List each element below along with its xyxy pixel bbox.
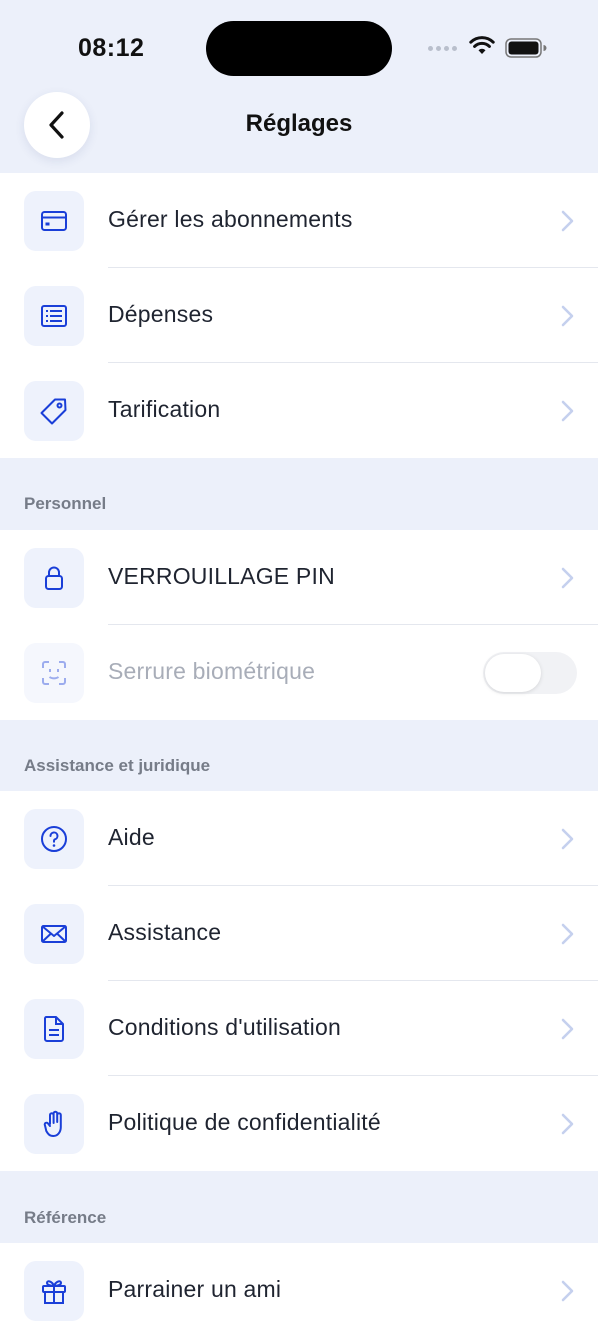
settings-row-manage-subscriptions[interactable]: Gérer les abonnements	[0, 173, 598, 268]
lock-icon	[24, 548, 84, 608]
chevron-right-icon	[561, 305, 574, 327]
nav-header: Réglages	[0, 92, 598, 162]
credit-card-icon	[24, 191, 84, 251]
status-bar: 08:12	[0, 0, 598, 96]
receipt-list-icon	[24, 286, 84, 346]
settings-row-label: Conditions d'utilisation	[108, 1014, 341, 1040]
chevron-right-icon	[561, 400, 574, 422]
chevron-right-icon	[561, 828, 574, 850]
page-title: Réglages	[245, 110, 353, 137]
signal-icon	[428, 46, 457, 51]
settings-row-label: Dépenses	[108, 301, 214, 327]
document-icon	[24, 999, 84, 1059]
biometric-toggle[interactable]	[483, 652, 577, 694]
chevron-right-icon	[561, 567, 574, 589]
settings-group-referral: Parrainer un ami	[0, 1243, 598, 1338]
settings-group-support-legal: Aide Assistance Conditions d'utilisation…	[0, 791, 598, 1171]
settings-row-label: Politique de confidentialité	[108, 1109, 381, 1135]
settings-row-label: Tarification	[108, 396, 221, 422]
settings-row-support[interactable]: Assistance	[0, 886, 598, 981]
dynamic-island	[206, 21, 392, 76]
settings-group-personal: VERROUILLAGE PIN Serrure biométrique	[0, 530, 598, 720]
settings-row-pricing[interactable]: Tarification	[0, 363, 598, 458]
chevron-right-icon	[561, 923, 574, 945]
gift-icon	[24, 1261, 84, 1321]
settings-row-label: Serrure biométrique	[108, 658, 316, 684]
settings-row-label: Parrainer un ami	[108, 1276, 282, 1302]
settings-row-biometric-lock: Serrure biométrique	[0, 625, 598, 720]
hand-icon	[24, 1094, 84, 1154]
price-tag-icon	[24, 381, 84, 441]
section-header-support-legal: Assistance et juridique	[24, 756, 211, 775]
settings-row-terms-of-use[interactable]: Conditions d'utilisation	[0, 981, 598, 1076]
help-circle-icon	[24, 809, 84, 869]
settings-row-label: Gérer les abonnements	[108, 206, 353, 232]
settings-row-privacy-policy[interactable]: Politique de confidentialité	[0, 1076, 598, 1171]
chevron-right-icon	[561, 1280, 574, 1302]
chevron-right-icon	[561, 1018, 574, 1040]
wifi-icon	[469, 36, 495, 54]
settings-row-pin-lock[interactable]: VERROUILLAGE PIN	[0, 530, 598, 625]
status-time: 08:12	[78, 34, 145, 62]
envelope-icon	[24, 904, 84, 964]
face-id-icon	[24, 643, 84, 703]
settings-row-expenses[interactable]: Dépenses	[0, 268, 598, 363]
chevron-right-icon	[561, 210, 574, 232]
settings-row-label: Aide	[108, 824, 155, 850]
chevron-right-icon	[561, 1113, 574, 1135]
settings-row-refer-friend[interactable]: Parrainer un ami	[0, 1243, 598, 1338]
section-header-referral: Référence	[24, 1208, 107, 1227]
settings-row-help[interactable]: Aide	[0, 791, 598, 886]
section-header-personal: Personnel	[24, 494, 107, 513]
settings-row-label: VERROUILLAGE PIN	[108, 563, 335, 589]
settings-row-label: Assistance	[108, 919, 222, 945]
settings-group-general: Gérer les abonnements Dépenses Tarificat…	[0, 173, 598, 458]
toggle-knob	[485, 654, 541, 692]
battery-icon	[505, 38, 547, 58]
